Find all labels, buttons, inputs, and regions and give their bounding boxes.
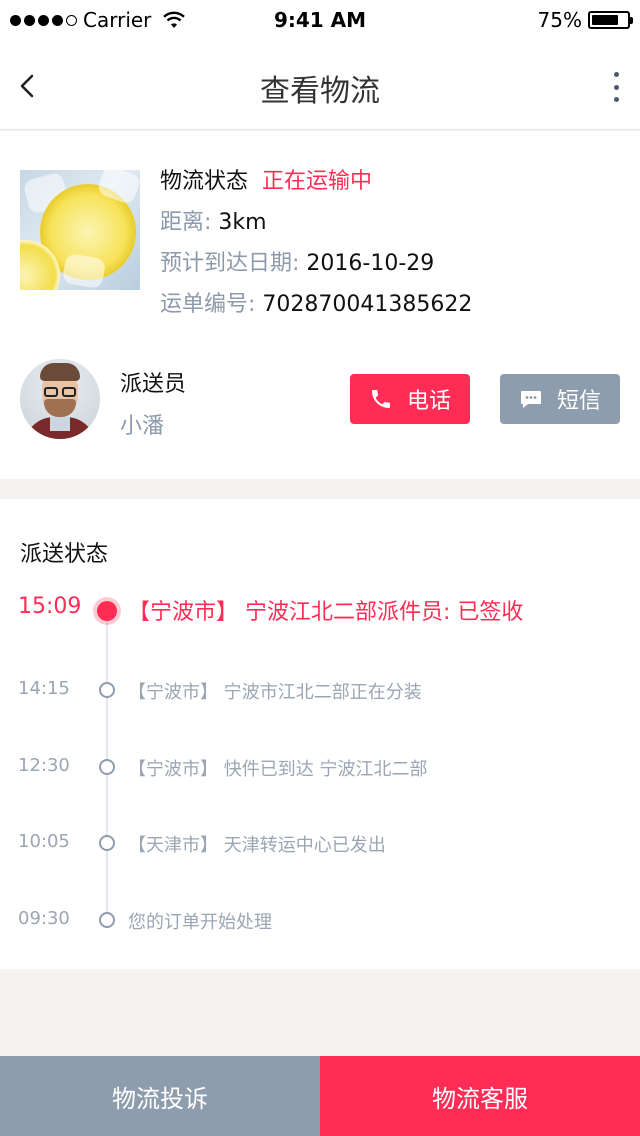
phone-icon <box>371 390 390 408</box>
status-right: 75% <box>537 8 633 32</box>
tracking-number: 702870041385622 <box>262 292 473 317</box>
battery-percent: 75% <box>537 8 582 32</box>
customer-service-button[interactable]: 物流客服 <box>320 1056 640 1136</box>
product-image[interactable] <box>20 170 140 290</box>
timeline-time: 15:09 <box>18 594 82 619</box>
timeline-item: 10:05 【天津市】 天津转运中心已发出 <box>0 823 640 863</box>
timeline-item: 15:09 【宁波市】 宁波江北二部派件员: 已签收 <box>0 590 640 630</box>
package-details: 物流状态 正在运输中 距离: 3km 预计到达日期: 2016-10-29 运单编… <box>160 166 472 330</box>
call-button[interactable]: 电话 <box>350 374 470 424</box>
distance-value: 3km <box>218 210 267 235</box>
sms-button-label: 短信 <box>556 389 601 414</box>
courier-name: 小潘 <box>120 414 165 439</box>
more-vertical-icon <box>613 72 619 77</box>
page-title: 查看物流 <box>260 74 380 109</box>
eta-row: 预计到达日期: 2016-10-29 <box>160 248 472 289</box>
timeline-dot-icon <box>97 601 117 621</box>
timeline-text: 【宁波市】 宁波市江北二部正在分装 <box>128 682 422 703</box>
battery-icon <box>588 11 633 29</box>
timeline-title: 派送状态 <box>20 542 109 567</box>
bottom-action-bar: 物流投诉 物流客服 <box>0 1056 640 1136</box>
tracking-label: 运单编号: <box>160 292 256 317</box>
package-info-card: 物流状态 正在运输中 距离: 3km 预计到达日期: 2016-10-29 运单编… <box>0 131 640 479</box>
tracking-row: 运单编号: 702870041385622 <box>160 289 472 330</box>
status-bar: Carrier 9:41 AM 75% <box>0 0 640 40</box>
more-button[interactable] <box>608 72 624 102</box>
timeline-time: 12:30 <box>18 755 70 776</box>
timeline-dot-icon <box>99 835 115 851</box>
eta-label: 预计到达日期: <box>160 251 300 276</box>
delivery-timeline: 派送状态 15:09 【宁波市】 宁波江北二部派件员: 已签收 14:15 【宁… <box>0 499 640 969</box>
timeline-item: 09:30 您的订单开始处理 <box>0 900 640 940</box>
timeline-dot-icon <box>99 912 115 928</box>
timeline-dot-icon <box>99 682 115 698</box>
timeline-text: 【宁波市】 快件已到达 宁波江北二部 <box>128 759 428 780</box>
status-value: 正在运输中 <box>262 169 373 194</box>
courier-role: 派送员 <box>120 372 187 397</box>
sms-button[interactable]: 短信 <box>500 374 620 424</box>
timeline-time: 09:30 <box>18 908 70 929</box>
timeline-dot-icon <box>99 759 115 775</box>
complaint-button[interactable]: 物流投诉 <box>0 1056 320 1136</box>
status-row: 物流状态 正在运输中 <box>160 166 472 207</box>
battery-fill <box>592 15 618 25</box>
nav-bar: 查看物流 <box>0 40 640 130</box>
timeline-time: 14:15 <box>18 678 70 699</box>
timeline-text: 您的订单开始处理 <box>128 912 272 933</box>
message-icon <box>520 391 541 408</box>
distance-row: 距离: 3km <box>160 207 472 248</box>
timeline-text: 【宁波市】 宁波江北二部派件员: 已签收 <box>128 600 524 625</box>
timeline-item: 14:15 【宁波市】 宁波市江北二部正在分装 <box>0 670 640 710</box>
avatar[interactable] <box>20 359 100 439</box>
timeline-time: 10:05 <box>18 831 70 852</box>
status-label: 物流状态 <box>160 169 249 194</box>
call-button-label: 电话 <box>406 389 451 414</box>
timeline-text: 【天津市】 天津转运中心已发出 <box>128 835 386 856</box>
distance-label: 距离: <box>160 210 212 235</box>
eta-value: 2016-10-29 <box>306 251 435 276</box>
timeline-item: 12:30 【宁波市】 快件已到达 宁波江北二部 <box>0 747 640 787</box>
